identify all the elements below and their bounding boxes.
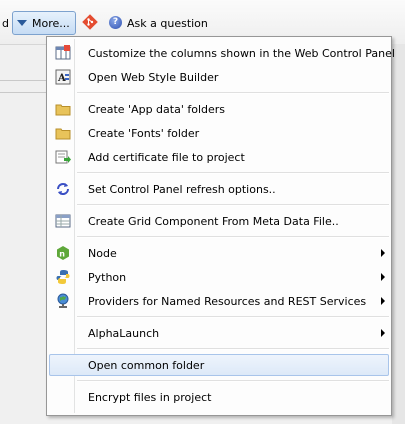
submenu-arrow-icon [381,297,385,305]
menu-item-label: Open common folder [88,359,205,372]
style-builder-icon: A [55,69,71,85]
more-button-label: More... [32,16,70,30]
help-icon[interactable]: ? [109,16,122,29]
submenu-arrow-icon [381,273,385,281]
more-dropdown-menu: Customize the columns shown in the Web C… [46,36,395,416]
refresh-icon [57,183,69,195]
toolbar-cut-label[interactable]: d [2,17,9,30]
menu-separator [77,236,389,238]
menu-item-alphalaunch[interactable]: AlphaLaunch [49,322,389,344]
menu-separator [77,204,389,206]
divider [0,80,52,81]
menu-item-label: Python [88,271,127,284]
menu-separator [77,92,389,94]
svg-text:A: A [57,73,66,84]
menu-item-label: Add certificate file to project [88,151,245,164]
ask-question-link[interactable]: Ask a question [127,17,208,30]
menu-item-label: Create 'Fonts' folder [88,127,200,140]
menu-item-label: Node [88,247,117,260]
menu-item-label: Open Web Style Builder [88,71,219,84]
menu-item-python[interactable]: Python [49,266,389,288]
menu-item-label: Encrypt files in project [88,391,212,404]
scroll-area [392,44,405,424]
svg-text:n: n [59,250,65,259]
submenu-arrow-icon [381,329,385,337]
folder-icon [55,128,71,140]
menu-item-create-grid[interactable]: Create Grid Component From Meta Data Fil… [49,210,389,232]
columns-icon [55,45,71,60]
menu-item-node[interactable]: n Node [49,242,389,264]
menu-separator [77,380,389,382]
menu-item-label: Create 'App data' folders [88,103,226,116]
menu-separator [77,172,389,174]
dropdown-triangle-icon [17,20,27,26]
menu-item-style-builder[interactable]: A Open Web Style Builder [49,66,389,88]
grid-icon [55,214,71,228]
menu-item-label: Providers for Named Resources and REST S… [88,295,367,308]
git-icon[interactable] [82,14,98,30]
menu-item-open-common-folder[interactable]: Open common folder [49,354,389,376]
menu-item-create-fonts[interactable]: Create 'Fonts' folder [49,122,389,144]
more-button[interactable]: More... [12,11,76,35]
folder-icon [55,104,71,116]
globe-icon [57,293,69,308]
menu-item-providers[interactable]: Providers for Named Resources and REST S… [49,290,389,312]
menu-item-label: Customize the columns shown in the Web C… [88,47,395,60]
menu-item-label: Set Control Panel refresh options.. [88,183,276,196]
menu-separator [77,316,389,318]
menu-separator [77,348,389,350]
menu-item-customize-columns[interactable]: Customize the columns shown in the Web C… [49,42,395,64]
node-icon: n [57,246,69,260]
menu-item-refresh-options[interactable]: Set Control Panel refresh options.. [49,178,389,200]
submenu-arrow-icon [381,249,385,257]
menu-item-label: Create Grid Component From Meta Data Fil… [88,215,339,228]
menu-item-label: AlphaLaunch [88,327,160,340]
menu-item-encrypt-files[interactable]: Encrypt files in project [49,386,389,408]
menu-item-create-app-data[interactable]: Create 'App data' folders [49,98,389,120]
menu-item-add-certificate[interactable]: Add certificate file to project [49,146,389,168]
certificate-icon [55,150,71,164]
python-icon [56,270,70,284]
divider [0,92,52,93]
